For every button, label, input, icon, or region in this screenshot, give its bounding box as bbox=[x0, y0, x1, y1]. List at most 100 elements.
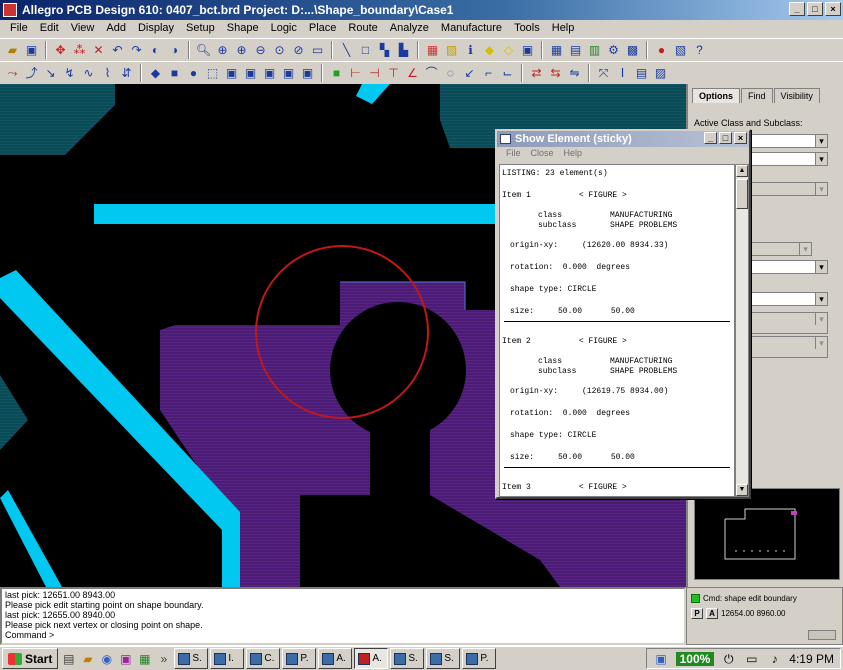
3d-view-icon[interactable]: ● bbox=[653, 42, 670, 59]
grid-icon[interactable]: ▦ bbox=[548, 42, 565, 59]
zoom-previous-icon[interactable]: ⊘ bbox=[290, 42, 307, 59]
clock[interactable]: 4:19 PM bbox=[789, 652, 834, 666]
open-icon[interactable]: ▰ bbox=[4, 42, 21, 59]
menu-view[interactable]: View bbox=[65, 20, 101, 38]
zoom-in-icon[interactable]: ⊕ bbox=[233, 42, 250, 59]
property-icon[interactable]: ▤ bbox=[633, 65, 650, 82]
spread-icon[interactable]: ⇵ bbox=[118, 65, 135, 82]
pick-button[interactable]: P bbox=[691, 608, 703, 619]
color-icon[interactable]: ▦ bbox=[424, 42, 441, 59]
quicklaunch-icon[interactable]: ▤ bbox=[60, 650, 77, 667]
command-window[interactable]: last pick: 12651.00 8943.00 Please pick … bbox=[0, 587, 686, 645]
minimize-button[interactable]: _ bbox=[789, 2, 805, 16]
dialog-title-bar[interactable]: Show Element (sticky) _ □ × bbox=[497, 131, 749, 147]
copy-icon[interactable]: ⁂ bbox=[71, 42, 88, 59]
option-field-1[interactable] bbox=[748, 312, 828, 334]
shape-rect-icon[interactable]: ■ bbox=[166, 65, 183, 82]
done-icon[interactable]: ◑ bbox=[166, 42, 183, 59]
task-button[interactable]: S. bbox=[390, 648, 425, 669]
fillet-icon[interactable]: ⌙ bbox=[499, 65, 516, 82]
show-element-dialog[interactable]: Show Element (sticky) _ □ × File Close H… bbox=[495, 129, 751, 499]
tab-visibility[interactable]: Visibility bbox=[773, 88, 820, 103]
move-icon[interactable]: ✥ bbox=[52, 42, 69, 59]
zoom-out-icon[interactable]: ⊖ bbox=[252, 42, 269, 59]
menu-analyze[interactable]: Analyze bbox=[384, 20, 435, 38]
battery-indicator[interactable]: 100% bbox=[675, 651, 715, 666]
slide-icon[interactable]: ⤴ bbox=[23, 65, 40, 82]
layers-icon[interactable]: ▚ bbox=[376, 42, 393, 59]
arc-icon[interactable]: ⌒ bbox=[423, 65, 440, 82]
ratsnest-icon[interactable]: ▤ bbox=[567, 42, 584, 59]
task-button[interactable]: P. bbox=[462, 648, 497, 669]
add-rect-icon[interactable]: □ bbox=[357, 42, 374, 59]
task-button[interactable]: I. bbox=[210, 648, 245, 669]
tab-find[interactable]: Find bbox=[741, 88, 773, 103]
dialog-menu-file[interactable]: File bbox=[501, 147, 526, 161]
leader-icon[interactable]: ↙ bbox=[461, 65, 478, 82]
task-button[interactable]: P. bbox=[282, 648, 317, 669]
dehighlight-icon[interactable]: ◇ bbox=[500, 42, 517, 59]
menu-display[interactable]: Display bbox=[132, 20, 180, 38]
element-listing[interactable]: LISTING: 23 element(s) Item 1 < FIGURE >… bbox=[499, 164, 735, 497]
manufacturing-icon[interactable]: ■ bbox=[328, 65, 345, 82]
auto-swap-icon[interactable]: ⇋ bbox=[566, 65, 583, 82]
class-select[interactable] bbox=[748, 134, 828, 148]
speaker-icon[interactable]: ♪ bbox=[766, 650, 783, 667]
dialog-maximize-button[interactable]: □ bbox=[719, 132, 732, 144]
zoom-points-icon[interactable]: 🔍︎ bbox=[195, 42, 212, 59]
angle-icon[interactable]: ∠ bbox=[404, 65, 421, 82]
save-icon[interactable]: ▣ bbox=[23, 42, 40, 59]
absolute-button[interactable]: A bbox=[706, 608, 718, 619]
shape-void-circle-icon[interactable]: ▣ bbox=[261, 65, 278, 82]
grid-select[interactable] bbox=[748, 260, 828, 274]
menu-edit[interactable]: Edit bbox=[34, 20, 65, 38]
task-button[interactable]: S. bbox=[426, 648, 461, 669]
group-icon[interactable]: ▙ bbox=[395, 42, 412, 59]
scroll-down-arrow-icon[interactable]: ▼ bbox=[736, 484, 748, 496]
scroll-thumb[interactable] bbox=[736, 179, 748, 209]
maximize-button[interactable]: □ bbox=[807, 2, 823, 16]
world-view-minimap[interactable] bbox=[694, 488, 840, 580]
menu-place[interactable]: Place bbox=[303, 20, 343, 38]
subclass-select[interactable] bbox=[748, 152, 828, 166]
shape-merge-icon[interactable]: ▣ bbox=[299, 65, 316, 82]
scroll-up-arrow-icon[interactable]: ▲ bbox=[736, 165, 748, 177]
connect-icon[interactable]: ⤳ bbox=[4, 65, 21, 82]
fanout-icon[interactable]: ⤧ bbox=[595, 65, 612, 82]
menu-shape[interactable]: Shape bbox=[221, 20, 265, 38]
help-icon[interactable]: ? bbox=[691, 42, 708, 59]
stop-icon[interactable]: ◐ bbox=[147, 42, 164, 59]
task-button-active[interactable]: A. bbox=[354, 648, 389, 669]
folder-icon[interactable]: ▰ bbox=[79, 650, 96, 667]
redo-icon[interactable]: ↷ bbox=[128, 42, 145, 59]
media-icon[interactable]: ▣ bbox=[117, 650, 134, 667]
shape-add-icon[interactable]: ◆ bbox=[147, 65, 164, 82]
overflow-chevron-icon[interactable]: » bbox=[155, 650, 172, 667]
dimension-v-icon[interactable]: ⊤ bbox=[385, 65, 402, 82]
option-field-2[interactable] bbox=[748, 336, 828, 358]
display-icon[interactable]: ▭ bbox=[743, 650, 760, 667]
command-prompt[interactable]: Command > bbox=[5, 630, 681, 640]
highlight-icon[interactable]: ◆ bbox=[481, 42, 498, 59]
shadow-icon[interactable]: ▧ bbox=[443, 42, 460, 59]
menu-route[interactable]: Route bbox=[342, 20, 383, 38]
shape-select-icon[interactable]: ⬚ bbox=[204, 65, 221, 82]
shape-void-rect-icon[interactable]: ▣ bbox=[242, 65, 259, 82]
start-button[interactable]: Start bbox=[2, 648, 59, 669]
power-plug-icon[interactable]: ⏻ bbox=[720, 650, 737, 667]
vertex-icon[interactable]: ⌇ bbox=[99, 65, 116, 82]
menu-manufacture[interactable]: Manufacture bbox=[435, 20, 508, 38]
dimension-h-icon[interactable]: ⊣ bbox=[366, 65, 383, 82]
line-style-select[interactable] bbox=[748, 292, 828, 306]
gate-swap-icon[interactable]: ⇆ bbox=[547, 65, 564, 82]
option-select-1[interactable] bbox=[748, 182, 828, 196]
menu-file[interactable]: File bbox=[4, 20, 34, 38]
netlist-icon[interactable]: ▥ bbox=[586, 42, 603, 59]
task-button[interactable]: S. bbox=[174, 648, 209, 669]
delay-tune-icon[interactable]: ↯ bbox=[61, 65, 78, 82]
shape-edit-icon[interactable]: ▣ bbox=[280, 65, 297, 82]
chamfer-icon[interactable]: ⌐ bbox=[480, 65, 497, 82]
zoom-world-icon[interactable]: ⊙ bbox=[271, 42, 288, 59]
option-select-2[interactable] bbox=[748, 242, 812, 256]
info-icon[interactable]: ℹ bbox=[462, 42, 479, 59]
